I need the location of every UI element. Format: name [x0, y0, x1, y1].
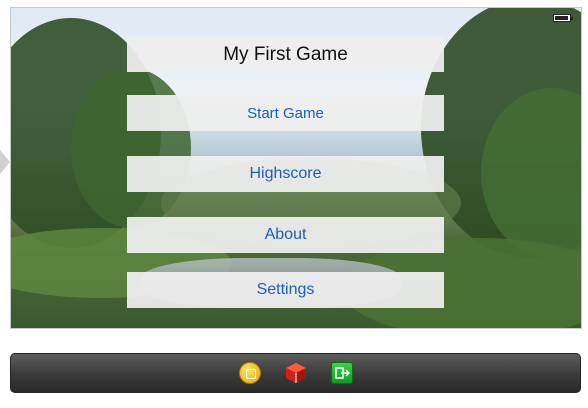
scene-dock-toolbar	[10, 353, 581, 393]
exit-icon[interactable]	[330, 362, 353, 384]
scene-entry-arrow-icon	[0, 150, 10, 174]
battery-icon	[553, 14, 573, 22]
about-button[interactable]: About	[127, 217, 444, 253]
settings-button[interactable]: Settings	[127, 272, 444, 308]
highscore-button[interactable]: Highscore	[127, 156, 444, 192]
first-responder-cube-icon[interactable]	[285, 362, 307, 384]
game-title: My First Game	[127, 37, 444, 72]
start-game-button[interactable]: Start Game	[127, 95, 444, 131]
view-controller-icon[interactable]	[238, 362, 261, 384]
